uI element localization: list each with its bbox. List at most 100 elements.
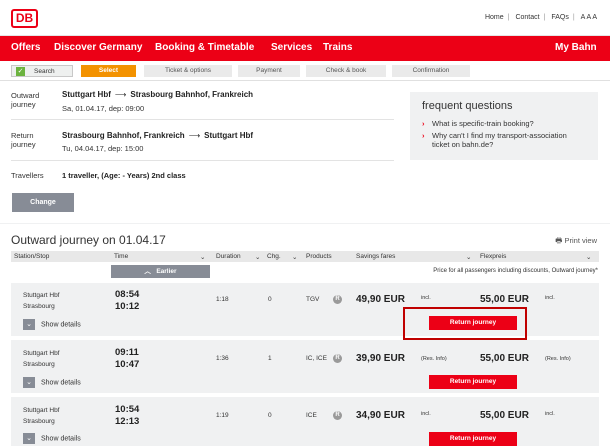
nav-booking-timetable[interactable]: Booking & Timetable	[155, 42, 254, 53]
arrow-right-icon: ⟶	[114, 90, 127, 99]
col-station: Station/Stop	[14, 253, 50, 260]
savings-price[interactable]: 34,90 EUR	[356, 410, 405, 421]
products: TGV	[306, 296, 320, 303]
chevron-down-icon: ⌄	[23, 377, 35, 388]
flex-price[interactable]: 55,00 EUR	[480, 294, 529, 305]
info-incl[interactable]: incl.	[545, 295, 555, 301]
step-search[interactable]: ✓ Search	[11, 65, 73, 77]
col-changes[interactable]: Chg.	[267, 253, 281, 260]
top-links: Home | Contact | FAQs | A A A	[484, 14, 597, 21]
return-date: Tu, 04.04.17, dep: 15:00	[62, 144, 144, 153]
chevron-down-icon: ⌄	[292, 254, 298, 261]
chevron-down-icon: ⌄	[586, 254, 592, 261]
home-link[interactable]: Home	[485, 14, 504, 21]
departure-time: 08:54	[115, 289, 140, 300]
faqs-link[interactable]: FAQs	[551, 14, 569, 21]
results-heading: Outward journey on 01.04.17	[11, 233, 166, 247]
change-button[interactable]: Change	[12, 193, 74, 212]
products: ICE	[306, 412, 317, 419]
chevron-down-icon: ⌄	[255, 254, 261, 261]
departure-time: 10:54	[115, 404, 140, 415]
arrow-right-icon: ⟶	[188, 131, 201, 140]
nav-discover-germany[interactable]: Discover Germany	[54, 42, 142, 53]
chevron-down-icon: ⌄	[466, 254, 472, 261]
reservation-icon[interactable]: R	[333, 411, 342, 420]
highlight-box	[403, 307, 527, 340]
changes: 1	[268, 355, 272, 362]
step-payment: Payment	[238, 65, 300, 77]
reservation-icon[interactable]: R	[333, 354, 342, 363]
flex-price[interactable]: 55,00 EUR	[480, 353, 529, 364]
return-route: Strasbourg Bahnhof, Frankreich ⟶ Stuttgart…	[62, 131, 254, 140]
col-flexpreis[interactable]: Flexpreis	[480, 253, 506, 260]
step-ticket-options: Ticket & options	[144, 65, 232, 77]
col-products: Products	[306, 253, 332, 260]
flex-price[interactable]: 55,00 EUR	[480, 410, 529, 421]
show-details-button[interactable]: ⌄ Show details	[23, 433, 81, 445]
price-note: Price for all passengers including disco…	[433, 268, 598, 274]
products: IC, ICE	[306, 355, 327, 362]
chevron-down-icon: ⌄	[23, 433, 35, 444]
nav-services[interactable]: Services	[271, 42, 312, 53]
nav-my-bahn[interactable]: My Bahn	[555, 42, 597, 53]
faq-link-specific-train[interactable]: › What is specific-train booking?	[422, 119, 586, 128]
contact-link[interactable]: Contact	[515, 14, 539, 21]
step-confirmation: Confirmation	[392, 65, 470, 77]
to-station: Strasbourg	[23, 418, 55, 425]
col-savings[interactable]: Savings fares	[356, 253, 395, 260]
savings-price[interactable]: 49,90 EUR	[356, 294, 405, 305]
show-details-button[interactable]: ⌄ Show details	[23, 377, 81, 389]
booking-steps: ✓ Search Select Ticket & options Payment…	[0, 61, 610, 81]
col-duration[interactable]: Duration	[216, 253, 241, 260]
return-journey-button[interactable]: Return journey	[429, 432, 517, 446]
show-details-button[interactable]: ⌄ Show details	[23, 319, 81, 331]
duration: 1:36	[216, 355, 229, 362]
nav-trains[interactable]: Trains	[323, 42, 352, 53]
step-check-book: Check & book	[306, 65, 386, 77]
changes: 0	[268, 296, 272, 303]
chevron-right-icon: ›	[422, 131, 425, 140]
arrival-time: 10:47	[115, 359, 140, 370]
savings-price[interactable]: 39,90 EUR	[356, 353, 405, 364]
info-incl[interactable]: incl.	[545, 411, 555, 417]
db-logo[interactable]: DB	[11, 9, 38, 28]
return-label: Return journey	[11, 131, 36, 149]
journey-summary: Outward journey Stuttgart Hbf ⟶ Strasbourg…	[0, 81, 610, 223]
res-info-link[interactable]: (Res. Info)	[421, 356, 447, 362]
earlier-button[interactable]: ︿ Earlier	[111, 265, 210, 278]
to-station: Strasbourg	[23, 361, 55, 368]
faq-link-transport-ticket[interactable]: › Why can't I find my transport-associat…	[422, 131, 586, 149]
departure-time: 09:11	[115, 347, 139, 358]
nav-offers[interactable]: Offers	[11, 42, 40, 53]
divider	[11, 119, 394, 120]
changes: 0	[268, 412, 272, 419]
col-time[interactable]: Time	[114, 253, 128, 260]
duration: 1:18	[216, 296, 229, 303]
arrival-time: 10:12	[115, 301, 140, 312]
arrival-time: 12:13	[115, 416, 140, 427]
res-info-link[interactable]: (Res. Info)	[545, 356, 571, 362]
font-size-switch[interactable]: A A A	[581, 14, 597, 21]
connection-row[interactable]: Stuttgart Hbf Strasbourg 10:54 12:13 1:1…	[11, 397, 599, 446]
divider	[11, 160, 394, 161]
step-select: Select	[81, 65, 136, 77]
faq-box: frequent questions › What is specific-tr…	[410, 92, 598, 160]
printer-icon: 🖶	[555, 236, 563, 245]
chevron-right-icon: ›	[422, 119, 425, 128]
travellers-value: 1 traveller, (Age: - Years) 2nd class	[62, 171, 186, 180]
chevron-up-icon: ︿	[144, 268, 151, 275]
return-journey-button[interactable]: Return journey	[429, 375, 517, 389]
connection-row[interactable]: Stuttgart Hbf Strasbourg 09:11 10:47 1:3…	[11, 340, 599, 393]
travellers-label: Travellers	[11, 171, 44, 180]
chevron-down-icon: ⌄	[23, 319, 35, 330]
info-incl[interactable]: incl.	[421, 411, 431, 417]
outward-route: Stuttgart Hbf ⟶ Strasbourg Bahnhof, Frankr…	[62, 90, 254, 99]
chevron-down-icon: ⌄	[200, 254, 206, 261]
to-station: Strasbourg	[23, 303, 55, 310]
duration: 1:19	[216, 412, 229, 419]
print-view-link[interactable]: 🖶 Print view	[555, 235, 597, 248]
info-incl[interactable]: incl.	[421, 295, 431, 301]
outward-date: Sa, 01.04.17, dep: 09:00	[62, 104, 145, 113]
reservation-icon[interactable]: R	[333, 295, 342, 304]
checkmark-icon: ✓	[16, 67, 25, 76]
